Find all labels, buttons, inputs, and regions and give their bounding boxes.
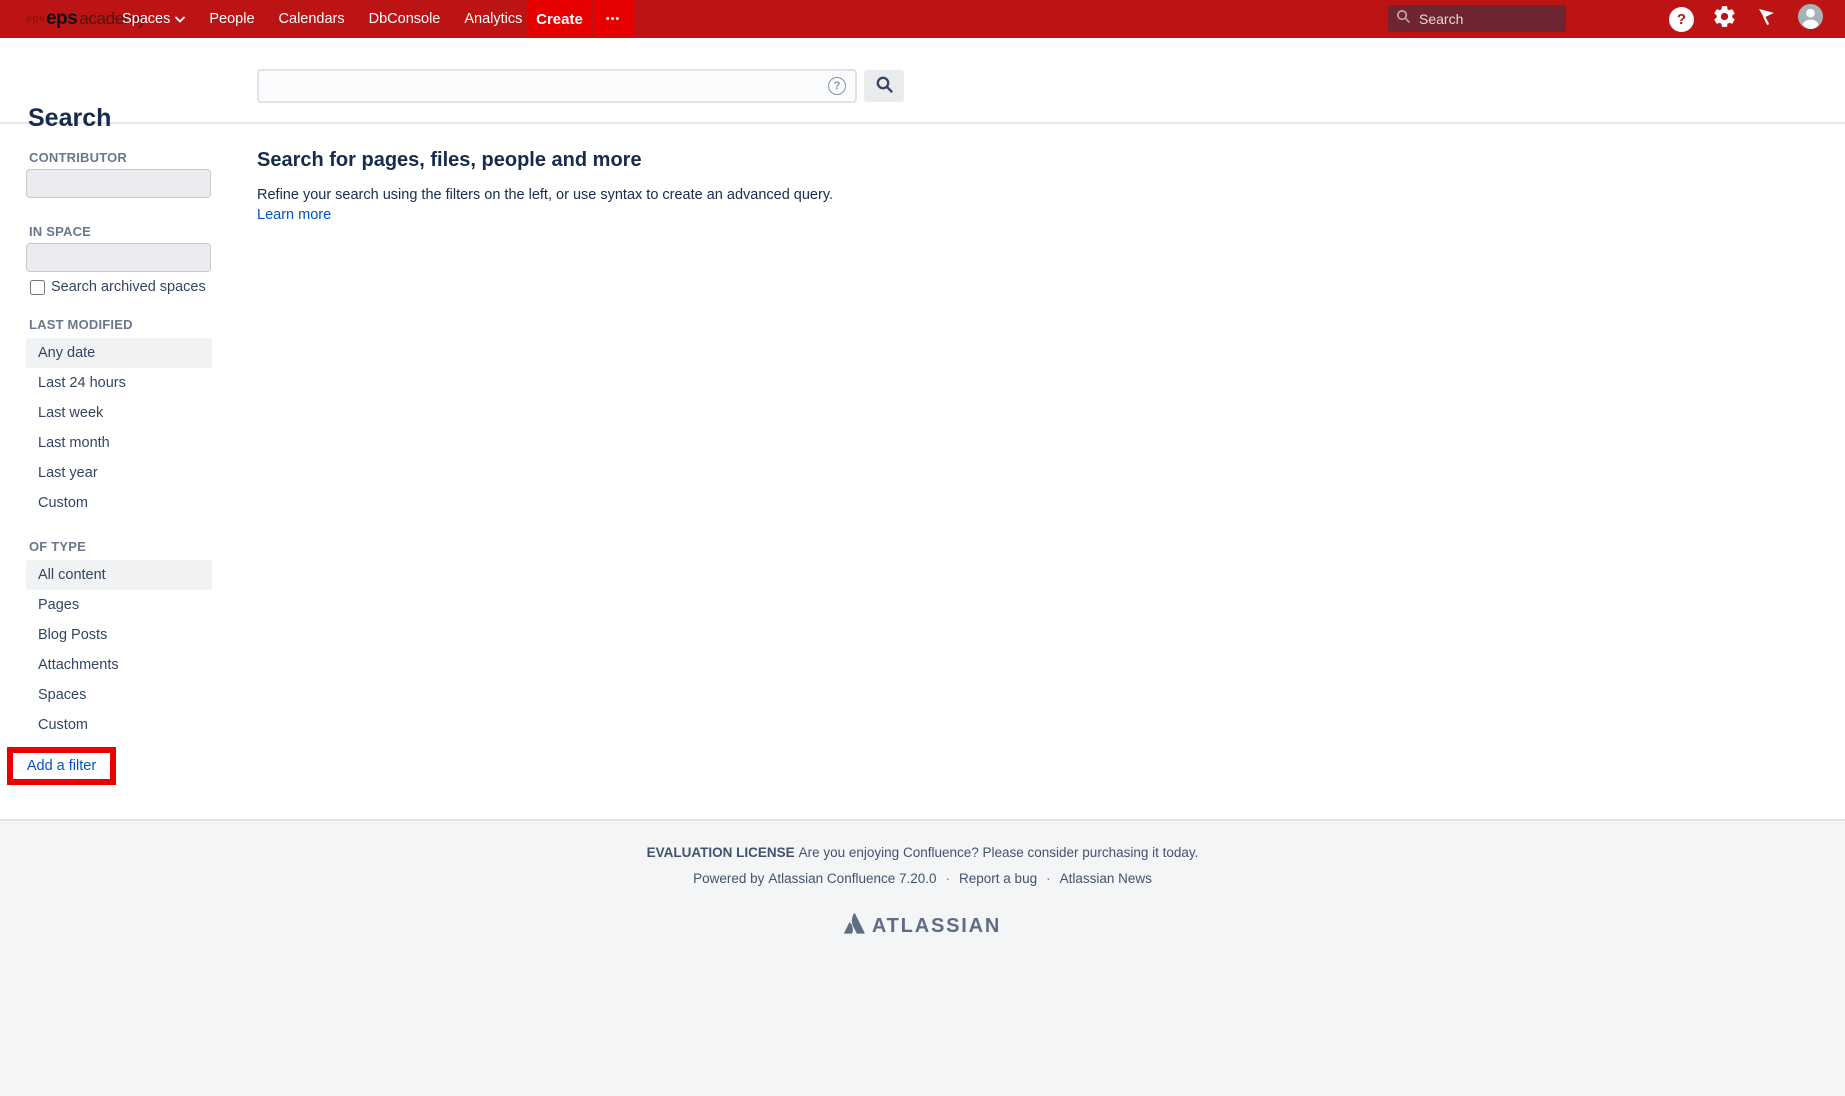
of-type-label: OF TYPE [29, 539, 86, 554]
settings-button[interactable] [1712, 0, 1737, 38]
filter-last-24-hours[interactable]: Last 24 hours [26, 368, 212, 398]
search-header: Search ? [0, 38, 1845, 124]
gear-icon [1712, 4, 1737, 34]
search-submit-button[interactable] [864, 70, 904, 102]
filter-blog-posts[interactable]: Blog Posts [26, 620, 212, 650]
nav-item-dbconsole[interactable]: DbConsole [357, 0, 453, 38]
filter-attachments[interactable]: Attachments [26, 650, 212, 680]
user-avatar[interactable] [1797, 0, 1824, 38]
contributor-input[interactable] [26, 169, 211, 198]
filter-last-week[interactable]: Last week [26, 398, 212, 428]
nav-item-label: Analytics [464, 0, 522, 38]
footer-links-line: Powered by Atlassian Confluence 7.20.0 ·… [693, 871, 1152, 886]
atlassian-logo-icon [844, 913, 865, 939]
filter-custom-date[interactable]: Custom [26, 488, 212, 518]
nav-item-calendars[interactable]: Calendars [267, 0, 357, 38]
nav-item-spaces[interactable]: Spaces [110, 0, 197, 38]
nav-item-label: People [209, 0, 254, 38]
filter-pages[interactable]: Pages [26, 590, 212, 620]
help-icon: ? [1669, 7, 1694, 32]
search-icon [875, 75, 894, 97]
atlassian-brand[interactable]: ATLASSIAN [844, 913, 1001, 939]
notifications-button[interactable] [1755, 0, 1778, 38]
archived-spaces-row: Search archived spaces [30, 279, 206, 295]
nav-item-people[interactable]: People [197, 0, 266, 38]
search-archived-label[interactable]: Search archived spaces [51, 279, 206, 295]
atlassian-news-link[interactable]: Atlassian News [1060, 871, 1152, 886]
results-description: Refine your search using the filters on … [257, 187, 833, 203]
page: eps eps academy Spaces People Calendars … [0, 0, 1845, 1096]
add-filter-link[interactable]: Add a filter [27, 758, 96, 774]
footer: EVALUATION LICENSE Are you enjoying Confl… [0, 819, 1845, 1096]
main-search-input[interactable] [259, 71, 828, 101]
page-title: Search [28, 104, 111, 133]
search-syntax-help-icon[interactable]: ? [828, 77, 846, 95]
more-menu-button[interactable]: ••• [593, 0, 633, 38]
footer-separator: · [1046, 871, 1051, 886]
logo-prefix-text: eps [26, 13, 45, 25]
filter-custom-type[interactable]: Custom [26, 710, 212, 740]
evaluation-license-text: Are you enjoying Confluence? Please cons… [799, 845, 1199, 860]
nav-item-analytics[interactable]: Analytics [452, 0, 534, 38]
results-heading: Search for pages, files, people and more [257, 149, 642, 172]
confluence-version-link[interactable]: Atlassian Confluence 7.20.0 [768, 871, 936, 886]
in-space-input[interactable] [26, 243, 211, 272]
filter-all-content[interactable]: All content [26, 560, 212, 590]
of-type-list: All content Pages Blog Posts Attachments… [26, 560, 212, 740]
avatar-icon [1797, 3, 1824, 35]
contributor-label: CONTRIBUTOR [29, 150, 127, 165]
filter-last-year[interactable]: Last year [26, 458, 212, 488]
in-space-label: IN SPACE [29, 224, 91, 239]
add-filter-highlight-box: Add a filter [7, 747, 116, 785]
navbar-search-input[interactable] [1419, 11, 1549, 27]
main-search-box: ? [257, 69, 857, 103]
flag-icon [1755, 5, 1778, 33]
search-archived-checkbox[interactable] [30, 280, 45, 295]
chevron-down-icon [175, 0, 185, 38]
help-button[interactable]: ? [1669, 0, 1694, 38]
nav-menu: Spaces People Calendars DbConsole Analyt… [110, 0, 534, 38]
evaluation-license-label: EVALUATION LICENSE [647, 845, 795, 860]
top-navbar: eps eps academy Spaces People Calendars … [0, 0, 1845, 38]
evaluation-license-line: EVALUATION LICENSE Are you enjoying Confl… [647, 845, 1199, 860]
powered-by-text: Powered by [693, 871, 764, 886]
nav-item-label: DbConsole [369, 0, 441, 38]
nav-item-label: Calendars [279, 0, 345, 38]
navbar-search-box [1388, 5, 1566, 32]
last-modified-label: LAST MODIFIED [29, 317, 133, 332]
filter-spaces[interactable]: Spaces [26, 680, 212, 710]
footer-separator: · [946, 871, 951, 886]
filter-last-month[interactable]: Last month [26, 428, 212, 458]
search-icon [1396, 9, 1411, 29]
learn-more-link[interactable]: Learn more [257, 207, 331, 223]
nav-item-label: Spaces [122, 0, 170, 38]
last-modified-list: Any date Last 24 hours Last week Last mo… [26, 338, 212, 518]
report-bug-link[interactable]: Report a bug [959, 871, 1037, 886]
atlassian-wordmark: ATLASSIAN [872, 915, 1001, 938]
create-button[interactable]: Create [528, 0, 591, 38]
logo-main-text: eps [46, 8, 77, 30]
filter-any-date[interactable]: Any date [26, 338, 212, 368]
